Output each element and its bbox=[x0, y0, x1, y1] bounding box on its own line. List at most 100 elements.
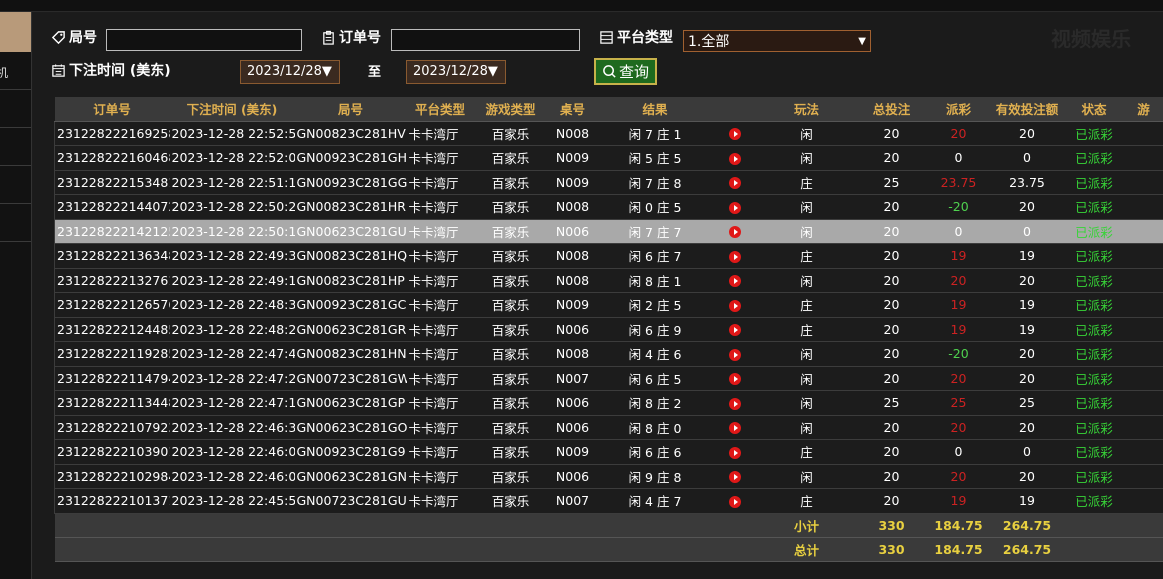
cell-video[interactable] bbox=[712, 268, 758, 293]
play-video-icon[interactable] bbox=[729, 446, 741, 459]
cell-result: 闲 8 庄 1 bbox=[597, 268, 713, 293]
cell-result: 闲 8 庄 0 bbox=[597, 415, 713, 440]
play-video-icon[interactable] bbox=[729, 128, 741, 141]
cell-video[interactable] bbox=[712, 317, 758, 342]
table-row[interactable]: 231228222102984 2023-12-28 22:46:02 GN0062… bbox=[54, 464, 1163, 489]
left-nav-item-4[interactable] bbox=[0, 166, 31, 204]
cell-extra bbox=[1123, 366, 1163, 391]
cell-bettime: 2023-12-28 22:46:02 bbox=[169, 464, 295, 489]
col-platform[interactable]: 平台类型 bbox=[406, 97, 474, 122]
col-game[interactable]: 游戏类型 bbox=[473, 97, 548, 122]
cell-bet: 20 bbox=[855, 268, 928, 293]
play-video-icon[interactable] bbox=[729, 348, 741, 361]
play-video-icon[interactable] bbox=[729, 226, 741, 239]
cell-status: 已派彩 bbox=[1064, 121, 1124, 146]
table-row[interactable]: 231228222132761 2023-12-28 22:49:18 GN0082… bbox=[54, 268, 1163, 293]
date-from-picker[interactable]: 2023/12/28▼ bbox=[240, 60, 340, 84]
platform-select[interactable]: 1.全部 ▼ bbox=[683, 30, 871, 52]
dropdown-arrow-icon: ▼ bbox=[858, 35, 866, 47]
order-input[interactable] bbox=[391, 29, 580, 51]
col-bettime[interactable]: 下注时间 (美东) bbox=[169, 97, 295, 122]
cell-order: 231228222103901 bbox=[54, 439, 170, 465]
cell-result: 闲 5 庄 5 bbox=[597, 145, 713, 171]
play-video-icon[interactable] bbox=[729, 373, 741, 386]
query-button[interactable]: 查询 bbox=[594, 58, 657, 85]
cell-video[interactable] bbox=[712, 292, 758, 318]
play-video-icon[interactable] bbox=[729, 422, 741, 435]
table-row[interactable]: 231228222124485 2023-12-28 22:48:24 GN0062… bbox=[54, 317, 1163, 342]
cell-bet: 20 bbox=[855, 488, 928, 514]
left-nav-item-2[interactable] bbox=[0, 90, 31, 128]
left-nav-item-5[interactable] bbox=[0, 204, 31, 242]
cell-video[interactable] bbox=[712, 415, 758, 440]
table-row[interactable]: 231228222144072 2023-12-28 22:50:25 GN0082… bbox=[54, 194, 1163, 220]
cell-round: GN00623C281GN bbox=[294, 464, 407, 489]
col-payout[interactable]: 派彩 bbox=[927, 97, 990, 122]
cell-round: GN00623C281GO bbox=[294, 415, 407, 440]
left-nav-active-tab[interactable] bbox=[0, 12, 31, 52]
table-row[interactable]: 231228222136348 2023-12-28 22:49:39 GN0082… bbox=[54, 243, 1163, 269]
play-video-icon[interactable] bbox=[729, 152, 741, 165]
col-round[interactable]: 局号 bbox=[294, 97, 407, 122]
table-row[interactable]: 231228222114794 2023-12-28 22:47:21 GN0072… bbox=[54, 366, 1163, 391]
table-row[interactable]: 231228222103901 2023-12-28 22:46:09 GN0092… bbox=[54, 439, 1163, 465]
cell-game: 百家乐 bbox=[473, 317, 548, 342]
col-game-more[interactable]: 游 bbox=[1123, 97, 1163, 122]
cell-platform: 卡卡湾厅 bbox=[406, 341, 474, 367]
col-table[interactable]: 桌号 bbox=[547, 97, 598, 122]
cell-result: 闲 6 庄 6 bbox=[597, 439, 713, 465]
cell-table: N008 bbox=[547, 341, 598, 367]
cell-video[interactable] bbox=[712, 194, 758, 220]
cell-extra bbox=[1123, 341, 1163, 367]
left-nav-item-1[interactable]: 机 bbox=[0, 52, 31, 90]
col-bet[interactable]: 总投注 bbox=[855, 97, 928, 122]
cell-game: 百家乐 bbox=[473, 464, 548, 489]
cell-payout: 25 bbox=[927, 390, 990, 416]
table-row[interactable]: 231228222119285 2023-12-28 22:47:47 GN0082… bbox=[54, 341, 1163, 367]
play-video-icon[interactable] bbox=[729, 495, 741, 508]
col-status[interactable]: 状态 bbox=[1064, 97, 1124, 122]
cell-video[interactable] bbox=[712, 219, 758, 244]
play-video-icon[interactable] bbox=[729, 177, 741, 190]
cell-video[interactable] bbox=[712, 366, 758, 391]
cell-video[interactable] bbox=[712, 439, 758, 465]
cell-status: 已派彩 bbox=[1064, 366, 1124, 391]
cell-video[interactable] bbox=[712, 488, 758, 514]
table-row[interactable]: 231228222142125 2023-12-28 22:50:14 GN0062… bbox=[54, 219, 1163, 244]
table-row[interactable]: 231228222126576 2023-12-28 22:48:36 GN0092… bbox=[54, 292, 1163, 318]
play-video-icon[interactable] bbox=[729, 275, 741, 288]
cell-extra bbox=[1123, 390, 1163, 416]
table-row[interactable]: 231228222153481 2023-12-28 22:51:19 GN0092… bbox=[54, 170, 1163, 195]
play-video-icon[interactable] bbox=[729, 299, 741, 312]
table-row[interactable]: 231228222160468 2023-12-28 22:52:04 GN0092… bbox=[54, 145, 1163, 171]
cell-video[interactable] bbox=[712, 243, 758, 269]
table-row[interactable]: 231228222113448 2023-12-28 22:47:12 GN0062… bbox=[54, 390, 1163, 416]
play-video-icon[interactable] bbox=[729, 471, 741, 484]
cell-video[interactable] bbox=[712, 121, 758, 146]
cell-round: GN00923C281GC bbox=[294, 292, 407, 318]
cell-video[interactable] bbox=[712, 341, 758, 367]
cell-video[interactable] bbox=[712, 390, 758, 416]
cell-valid: 19 bbox=[989, 488, 1065, 514]
play-video-icon[interactable] bbox=[729, 201, 741, 214]
play-video-icon[interactable] bbox=[729, 324, 741, 337]
cell-play: 闲 bbox=[757, 194, 856, 220]
round-input[interactable] bbox=[106, 29, 302, 51]
col-play[interactable]: 玩法 bbox=[757, 97, 856, 122]
table-row[interactable]: 231228222101371 2023-12-28 22:45:50 GN0072… bbox=[54, 488, 1163, 514]
cell-video[interactable] bbox=[712, 464, 758, 489]
date-to-picker[interactable]: 2023/12/28▼ bbox=[406, 60, 506, 84]
play-video-icon[interactable] bbox=[729, 397, 741, 410]
table-row[interactable]: 231228222169258 2023-12-28 22:52:58 GN0082… bbox=[54, 121, 1163, 146]
cell-video[interactable] bbox=[712, 145, 758, 171]
table-row[interactable]: 231228222107923 2023-12-28 22:46:35 GN0062… bbox=[54, 415, 1163, 440]
left-nav-item-3[interactable] bbox=[0, 128, 31, 166]
col-valid[interactable]: 有效投注额 bbox=[989, 97, 1065, 122]
cell-round: GN00923C281G9 bbox=[294, 439, 407, 465]
col-order[interactable]: 订单号 bbox=[54, 97, 170, 122]
cell-payout: 0 bbox=[927, 439, 990, 465]
play-video-icon[interactable] bbox=[729, 250, 741, 263]
col-result[interactable]: 结果 bbox=[597, 97, 713, 122]
cell-valid: 19 bbox=[989, 317, 1065, 342]
cell-video[interactable] bbox=[712, 170, 758, 195]
